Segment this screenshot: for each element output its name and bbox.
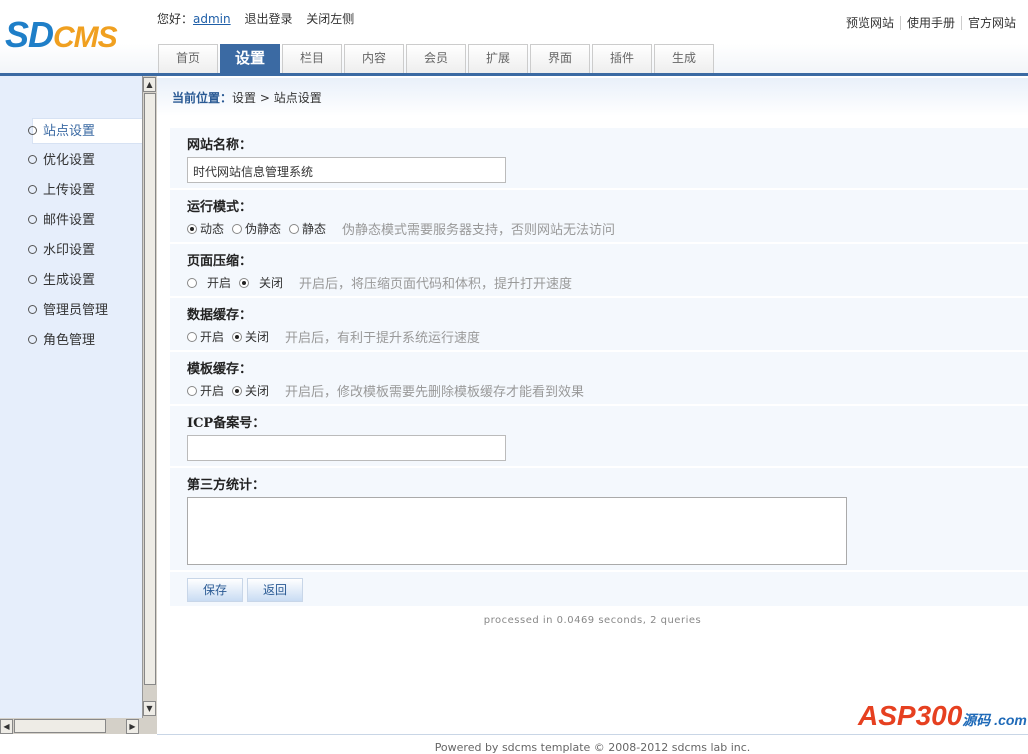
tab-home[interactable]: 首页	[158, 44, 218, 73]
scroll-down-arrow-icon[interactable]: ▼	[143, 701, 156, 716]
radio-data-cache-off[interactable]: 关闭	[232, 328, 269, 345]
template-cache-row: 模板缓存： 开启 关闭 开启后，修改模板需要先删除模板缓存才能看到效果	[170, 352, 1028, 404]
tab-extensions[interactable]: 扩展	[468, 44, 528, 73]
manual-link[interactable]: 使用手册	[899, 16, 961, 30]
scrollbar-thumb[interactable]	[144, 93, 156, 685]
sidebar-item-admins[interactable]: 管理员管理	[28, 298, 142, 324]
radio-dynamic[interactable]: 动态	[187, 220, 224, 237]
scroll-up-arrow-icon[interactable]: ▲	[143, 77, 156, 92]
footer-divider	[157, 734, 1028, 735]
circle-icon	[28, 215, 37, 224]
site-name-input[interactable]: 时代网站信息管理系统	[187, 157, 506, 183]
radio-compress-on[interactable]: 开启	[187, 274, 231, 291]
sidebar-item-site-settings[interactable]: 站点设置	[28, 118, 146, 144]
tab-members[interactable]: 会员	[406, 44, 466, 73]
logout-link[interactable]: 退出登录	[244, 12, 292, 26]
circle-icon	[28, 155, 37, 164]
radio-static[interactable]: 静态	[289, 220, 326, 237]
admin-link[interactable]: admin	[193, 12, 231, 26]
circle-icon	[28, 305, 37, 314]
scroll-right-arrow-icon[interactable]: ▶	[126, 719, 139, 734]
icp-input[interactable]	[187, 435, 506, 461]
circle-icon	[28, 126, 37, 135]
powered-by: Powered by sdcms template © 2008-2012 sd…	[434, 741, 751, 754]
greeting: 您好：	[157, 12, 194, 26]
tab-interface[interactable]: 界面	[530, 44, 590, 73]
radio-tpl-cache-off[interactable]: 关闭	[232, 382, 269, 399]
scroll-left-arrow-icon[interactable]: ◀	[0, 719, 13, 734]
tab-plugins[interactable]: 插件	[592, 44, 652, 73]
sidebar-item-upload[interactable]: 上传设置	[28, 178, 142, 204]
back-button[interactable]: 返回	[247, 578, 303, 602]
stats-row: 第三方统计：	[170, 468, 1028, 570]
user-bar: 您好：admin 退出登录 关闭左侧	[157, 10, 364, 27]
sidebar-horizontal-scrollbar[interactable]: ◀ ▶	[0, 718, 157, 734]
tab-content[interactable]: 内容	[344, 44, 404, 73]
sidebar-item-mail[interactable]: 邮件设置	[28, 208, 142, 234]
sidebar-item-roles[interactable]: 角色管理	[28, 328, 142, 354]
sidebar-item-generate[interactable]: 生成设置	[28, 268, 142, 294]
tab-columns[interactable]: 栏目	[282, 44, 342, 73]
circle-icon	[28, 185, 37, 194]
button-row: 保存 返回	[170, 572, 1028, 606]
radio-pseudo-static[interactable]: 伪静态	[232, 220, 281, 237]
radio-data-cache-on[interactable]: 开启	[187, 328, 224, 345]
processed-info: processed in 0.0469 seconds, 2 queries	[483, 615, 702, 626]
circle-icon	[28, 335, 37, 344]
site-name-row: 网站名称： 时代网站信息管理系统	[170, 128, 1028, 188]
tab-generate[interactable]: 生成	[654, 44, 714, 73]
circle-icon	[28, 275, 37, 284]
sidebar: 站点设置 优化设置 上传设置 邮件设置 水印设置 生成设置 管理员管理 角色管理	[0, 76, 146, 718]
radio-compress-off[interactable]: 关闭	[239, 274, 283, 291]
official-site-link[interactable]: 官方网站	[960, 16, 1022, 30]
asp300-watermark: ASP300源码 .com	[858, 700, 1027, 731]
close-left-link[interactable]: 关闭左侧	[306, 12, 354, 26]
compress-row: 页面压缩： 开启 关闭 开启后，将压缩页面代码和体积，提升打开速度	[170, 244, 1028, 296]
data-cache-row: 数据缓存： 开启 关闭 开启后，有利于提升系统运行速度	[170, 298, 1028, 350]
radio-tpl-cache-on[interactable]: 开启	[187, 382, 224, 399]
header: SDCMS 您好：admin 退出登录 关闭左侧 预览网站 使用手册 官方网站 首页…	[0, 0, 1028, 76]
tab-settings[interactable]: 设置	[220, 44, 280, 73]
scrollbar-thumb[interactable]	[14, 719, 106, 733]
preview-site-link[interactable]: 预览网站	[840, 16, 900, 30]
stats-textarea[interactable]	[187, 497, 847, 565]
run-mode-row: 运行模式： 动态 伪静态 静态 伪静态模式需要服务器支持，否则网站无法访问	[170, 190, 1028, 242]
sdcms-logo[interactable]: SDCMS	[5, 14, 118, 56]
sidebar-vertical-scrollbar[interactable]: ▲ ▼	[142, 76, 157, 718]
icp-row: ICP备案号：	[170, 406, 1028, 466]
top-links: 预览网站 使用手册 官方网站	[840, 14, 1022, 31]
breadcrumb: 当前位置：设置 > 站点设置	[157, 78, 1028, 116]
sidebar-item-optimize[interactable]: 优化设置	[28, 148, 142, 174]
save-button[interactable]: 保存	[187, 578, 243, 602]
main-tabs: 首页 设置 栏目 内容 会员 扩展 界面 插件 生成	[158, 44, 716, 73]
circle-icon	[28, 245, 37, 254]
sidebar-item-watermark[interactable]: 水印设置	[28, 238, 142, 264]
